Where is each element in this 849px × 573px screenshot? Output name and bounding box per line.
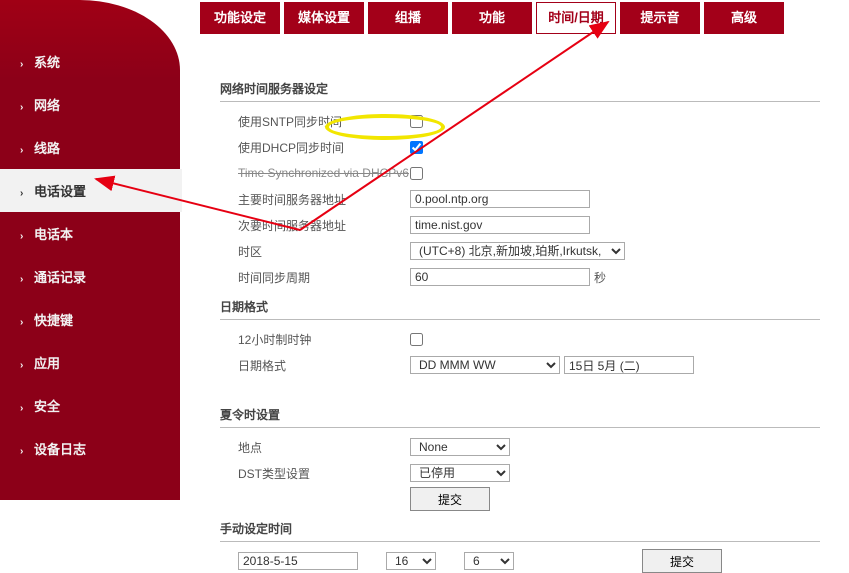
secondary-server-label: 次要时间服务器地址 bbox=[220, 217, 410, 234]
sntp-sync-checkbox[interactable] bbox=[410, 115, 423, 128]
manual-min-select[interactable]: 6 bbox=[464, 552, 514, 570]
section-ntp-title: 网络时间服务器设定 bbox=[220, 80, 820, 102]
tab-multicast[interactable]: 组播 bbox=[368, 2, 448, 34]
sync-period-unit: 秒 bbox=[594, 269, 606, 286]
sidebar-item-call-log[interactable]: ›通话记录 bbox=[0, 255, 180, 298]
sidebar: ›系统 ›网络 ›线路 ›电话设置 ›电话本 ›通话记录 ›快捷键 ›应用 ›安… bbox=[0, 0, 180, 500]
date-format-select[interactable]: DD MMM WW bbox=[410, 356, 560, 374]
dhcpv6-sync-checkbox[interactable] bbox=[410, 167, 423, 180]
h12-label: 12小时制时钟 bbox=[220, 331, 410, 348]
tab-tone[interactable]: 提示音 bbox=[620, 2, 700, 34]
dst-location-select[interactable]: None bbox=[410, 438, 510, 456]
chevron-right-icon: › bbox=[20, 102, 26, 108]
tab-features[interactable]: 功能 bbox=[452, 2, 532, 34]
dst-type-select[interactable]: 已停用 bbox=[410, 464, 510, 482]
chevron-right-icon: › bbox=[20, 403, 26, 409]
tab-time-date[interactable]: 时间/日期 bbox=[536, 2, 616, 34]
tab-feature-set[interactable]: 功能设定 bbox=[200, 2, 280, 34]
date-format-label: 日期格式 bbox=[220, 357, 410, 374]
sidebar-item-network[interactable]: ›网络 bbox=[0, 83, 180, 126]
h12-checkbox[interactable] bbox=[410, 333, 423, 346]
dst-submit-button[interactable]: 提交 bbox=[410, 487, 490, 511]
chevron-right-icon: › bbox=[20, 59, 26, 65]
sidebar-item-shortcut[interactable]: ›快捷键 bbox=[0, 298, 180, 341]
sync-period-input[interactable] bbox=[410, 268, 590, 286]
section-manual-title: 手动设定时间 bbox=[220, 520, 820, 542]
manual-submit-button[interactable]: 提交 bbox=[642, 549, 722, 573]
date-format-example bbox=[564, 356, 694, 374]
primary-server-label: 主要时间服务器地址 bbox=[220, 191, 410, 208]
sntp-sync-label: 使用SNTP同步时间 bbox=[220, 113, 410, 130]
sidebar-item-device-log[interactable]: ›设备日志 bbox=[0, 427, 180, 470]
sidebar-item-system[interactable]: ›系统 bbox=[0, 40, 180, 83]
dst-location-label: 地点 bbox=[220, 439, 410, 456]
chevron-right-icon: › bbox=[20, 145, 26, 151]
section-dst-title: 夏令时设置 bbox=[220, 406, 820, 428]
section-datefmt-title: 日期格式 bbox=[220, 298, 820, 320]
sidebar-item-security[interactable]: ›安全 bbox=[0, 384, 180, 427]
primary-server-input[interactable] bbox=[410, 190, 590, 208]
topbar: 功能设定 媒体设置 组播 功能 时间/日期 提示音 高级 bbox=[200, 2, 849, 38]
manual-date-input[interactable] bbox=[238, 552, 358, 570]
chevron-right-icon: › bbox=[20, 317, 26, 323]
dhcp-sync-checkbox[interactable] bbox=[410, 141, 423, 154]
tab-advanced[interactable]: 高级 bbox=[704, 2, 784, 34]
sync-period-label: 时间同步周期 bbox=[220, 269, 410, 286]
sidebar-item-phonebook[interactable]: ›电话本 bbox=[0, 212, 180, 255]
chevron-right-icon: › bbox=[20, 274, 26, 280]
manual-hour-select[interactable]: 16 bbox=[386, 552, 436, 570]
sidebar-item-apps[interactable]: ›应用 bbox=[0, 341, 180, 384]
timezone-label: 时区 bbox=[220, 243, 410, 260]
content: 网络时间服务器设定 使用SNTP同步时间 使用DHCP同步时间 Time Syn… bbox=[200, 50, 839, 500]
chevron-right-icon: › bbox=[20, 446, 26, 452]
dhcp-sync-label: 使用DHCP同步时间 bbox=[220, 139, 410, 156]
sidebar-item-phone-settings[interactable]: ›电话设置 bbox=[0, 169, 182, 212]
secondary-server-input[interactable] bbox=[410, 216, 590, 234]
chevron-right-icon: › bbox=[20, 360, 26, 366]
dst-type-label: DST类型设置 bbox=[220, 465, 410, 482]
dhcpv6-sync-label: Time Synchronized via DHCPv6 bbox=[220, 166, 410, 180]
chevron-right-icon: › bbox=[20, 231, 26, 237]
tab-media[interactable]: 媒体设置 bbox=[284, 2, 364, 34]
chevron-right-icon: › bbox=[20, 188, 26, 194]
sidebar-item-line[interactable]: ›线路 bbox=[0, 126, 180, 169]
timezone-select[interactable]: (UTC+8) 北京,新加坡,珀斯,Irkutsk, Ular bbox=[410, 242, 625, 260]
